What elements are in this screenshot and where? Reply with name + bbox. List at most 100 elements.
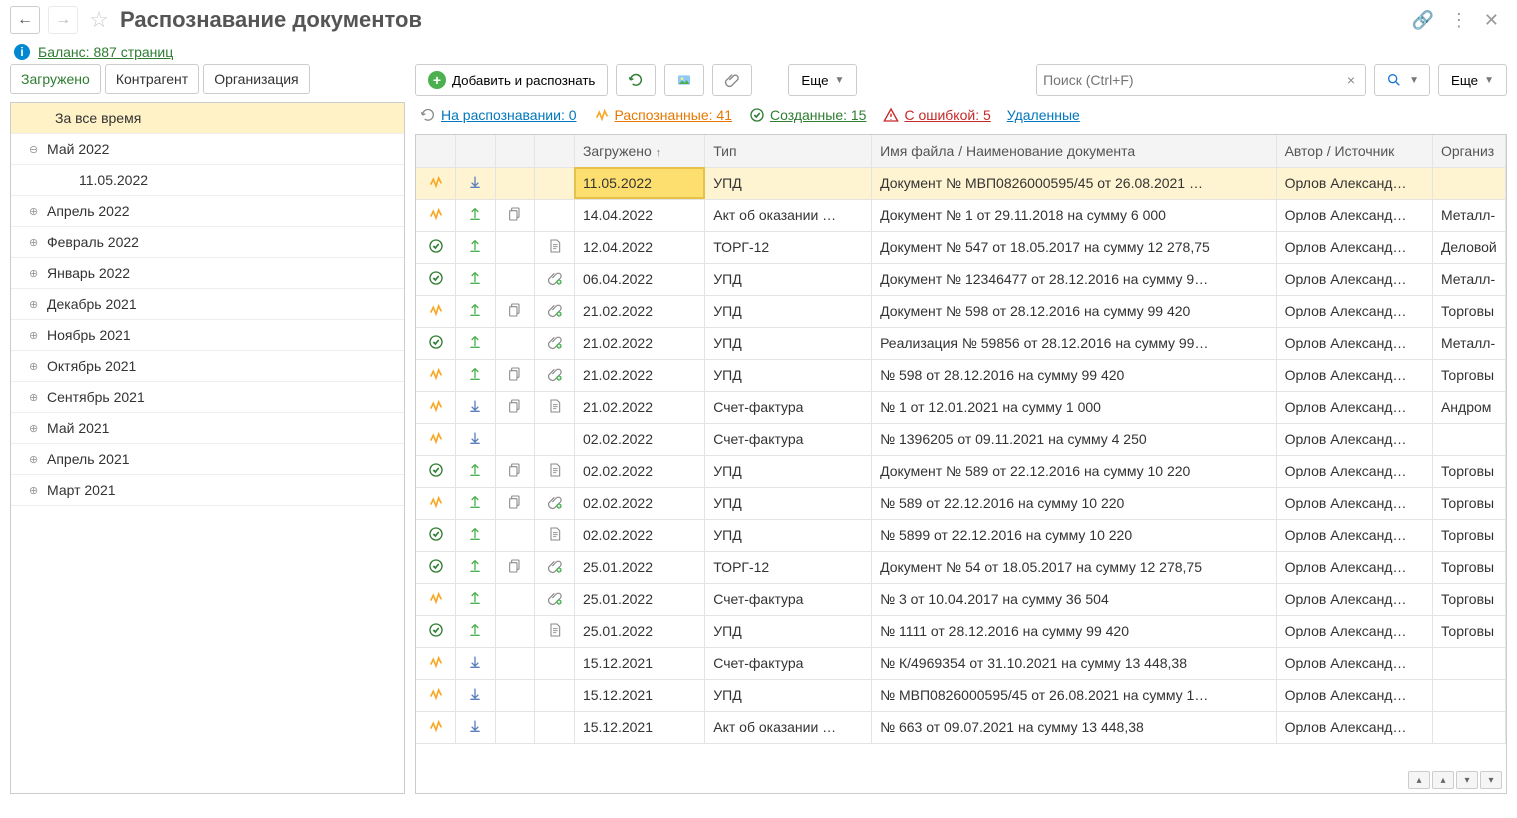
tree-toggle-icon[interactable]: ⊕: [29, 236, 39, 249]
table-row[interactable]: 15.12.2021Акт об оказании …№ 663 от 09.0…: [416, 711, 1506, 743]
copy-icon: [506, 557, 524, 575]
table-row[interactable]: 21.02.2022УПДДокумент № 598 от 28.12.201…: [416, 295, 1506, 327]
col-doc[interactable]: [535, 135, 575, 167]
documents-table: Загружено ↑ Тип Имя файла / Наименование…: [416, 135, 1506, 744]
table-row[interactable]: 12.04.2022ТОРГ-12Документ № 547 от 18.05…: [416, 231, 1506, 263]
refresh-button[interactable]: [616, 64, 656, 96]
tree-item-11[interactable]: ⊕Апрель 2021: [11, 444, 404, 475]
favorite-star-icon[interactable]: ☆: [86, 7, 112, 33]
scroll-up-button[interactable]: ▴: [1432, 771, 1454, 789]
upload-icon: [466, 205, 484, 223]
tab-2[interactable]: Организация: [203, 64, 309, 94]
spark-icon: [427, 717, 445, 735]
filter-errors[interactable]: С ошибкой: 5: [882, 106, 990, 124]
image-button[interactable]: [664, 64, 704, 96]
scroll-bottom-button[interactable]: ▾: [1480, 771, 1502, 789]
col-org[interactable]: Организ: [1432, 135, 1505, 167]
cell-org: [1432, 647, 1505, 679]
tab-0[interactable]: Загружено: [10, 64, 101, 94]
tree-item-0[interactable]: За все время: [11, 103, 404, 134]
tree-toggle-icon[interactable]: ⊕: [29, 453, 39, 466]
upload-icon: [466, 557, 484, 575]
filter-created[interactable]: Созданные: 15: [748, 106, 866, 124]
table-row[interactable]: 02.02.2022УПДДокумент № 589 от 22.12.201…: [416, 455, 1506, 487]
cell-author: Орлов Александ…: [1276, 295, 1432, 327]
table-row[interactable]: 25.01.2022УПД№ 1111 от 28.12.2016 на сум…: [416, 615, 1506, 647]
table-row[interactable]: 25.01.2022ТОРГ-12Документ № 54 от 18.05.…: [416, 551, 1506, 583]
table-row[interactable]: 06.04.2022УПДДокумент № 12346477 от 28.1…: [416, 263, 1506, 295]
col-direction[interactable]: [456, 135, 496, 167]
tree-item-7[interactable]: ⊕Ноябрь 2021: [11, 320, 404, 351]
info-icon: i: [14, 44, 30, 60]
tree-toggle-icon[interactable]: ⊕: [29, 484, 39, 497]
tree-item-2[interactable]: 11.05.2022: [11, 165, 404, 196]
tree-item-3[interactable]: ⊕Апрель 2022: [11, 196, 404, 227]
attachment-button[interactable]: [712, 64, 752, 96]
tree-item-9[interactable]: ⊕Сентябрь 2021: [11, 382, 404, 413]
filter-recognizing[interactable]: На распознавании: 0: [419, 106, 577, 124]
check-circle-icon: [427, 333, 445, 351]
forward-button[interactable]: →: [48, 6, 78, 34]
table-row[interactable]: 21.02.2022УПД№ 598 от 28.12.2016 на сумм…: [416, 359, 1506, 391]
filter-recognized[interactable]: Распознанные: 41: [593, 106, 732, 124]
tab-1[interactable]: Контрагент: [105, 64, 199, 94]
cell-type: УПД: [705, 359, 872, 391]
search-button[interactable]: ▼: [1374, 64, 1430, 96]
kebab-menu-icon[interactable]: ⋮: [1450, 10, 1468, 31]
tree-toggle-icon[interactable]: ⊕: [29, 422, 39, 435]
link-icon[interactable]: 🔗: [1411, 10, 1433, 31]
scroll-down-button[interactable]: ▾: [1456, 771, 1478, 789]
table-row[interactable]: 02.02.2022УПД№ 589 от 22.12.2016 на сумм…: [416, 487, 1506, 519]
clear-search-icon[interactable]: ×: [1343, 72, 1359, 88]
balance-link[interactable]: Баланс: 887 страниц: [38, 44, 173, 60]
table-row[interactable]: 15.12.2021Счет-фактура№ К/4969354 от 31.…: [416, 647, 1506, 679]
tree-toggle-icon[interactable]: ⊕: [29, 360, 39, 373]
cell-type: УПД: [705, 295, 872, 327]
tree-item-6[interactable]: ⊕ Декабрь 2021: [11, 289, 404, 320]
table-row[interactable]: 21.02.2022Счет-фактура№ 1 от 12.01.2021 …: [416, 391, 1506, 423]
tree-toggle-icon[interactable]: ⊕: [29, 267, 39, 280]
tree-toggle-icon[interactable]: ⊕: [29, 391, 39, 404]
tree-item-5[interactable]: ⊕Январь 2022: [11, 258, 404, 289]
more-button-1[interactable]: Еще ▼: [788, 64, 857, 96]
col-author[interactable]: Автор / Источник: [1276, 135, 1432, 167]
upload-icon: [466, 461, 484, 479]
table-row[interactable]: 02.02.2022Счет-фактура№ 1396205 от 09.11…: [416, 423, 1506, 455]
spark-icon: [427, 301, 445, 319]
cell-author: Орлов Александ…: [1276, 615, 1432, 647]
search-input[interactable]: [1043, 72, 1343, 88]
upload-icon: [466, 237, 484, 255]
tree-toggle-icon[interactable]: ⊕: [29, 205, 39, 218]
cell-name: № 589 от 22.12.2016 на сумму 10 220: [872, 487, 1277, 519]
table-row[interactable]: 15.12.2021УПД№ МВП0826000595/45 от 26.08…: [416, 679, 1506, 711]
filter-deleted[interactable]: Удаленные: [1007, 107, 1080, 123]
back-button[interactable]: ←: [10, 6, 40, 34]
table-row[interactable]: 02.02.2022УПД№ 5899 от 22.12.2016 на сум…: [416, 519, 1506, 551]
col-name[interactable]: Имя файла / Наименование документа: [872, 135, 1277, 167]
more-button-2[interactable]: Еще ▼: [1438, 64, 1507, 96]
table-row[interactable]: 25.01.2022Счет-фактура№ 3 от 10.04.2017 …: [416, 583, 1506, 615]
tree-toggle-icon[interactable]: ⊖: [29, 143, 39, 156]
tree-toggle-icon[interactable]: ⊕: [29, 329, 39, 342]
tree-item-4[interactable]: ⊕Февраль 2022: [11, 227, 404, 258]
col-type[interactable]: Тип: [705, 135, 872, 167]
col-status[interactable]: [416, 135, 456, 167]
tree-item-1[interactable]: ⊖Май 2022: [11, 134, 404, 165]
cell-author: Орлов Александ…: [1276, 647, 1432, 679]
tree-item-8[interactable]: ⊕Октябрь 2021: [11, 351, 404, 382]
cell-date: 15.12.2021: [574, 711, 704, 743]
tree-label: Декабрь 2021: [47, 296, 137, 312]
scroll-top-button[interactable]: ▴: [1408, 771, 1430, 789]
add-recognize-button[interactable]: + Добавить и распознать: [415, 64, 608, 96]
tree-item-10[interactable]: ⊕Май 2021: [11, 413, 404, 444]
tree-item-12[interactable]: ⊕Март 2021: [11, 475, 404, 506]
check-circle-icon: [427, 237, 445, 255]
col-loaded[interactable]: Загружено ↑: [574, 135, 704, 167]
close-icon[interactable]: ✕: [1484, 10, 1499, 31]
table-row[interactable]: 14.04.2022Акт об оказании …Документ № 1 …: [416, 199, 1506, 231]
tree-toggle-icon[interactable]: ⊕: [29, 298, 39, 311]
table-row[interactable]: 21.02.2022УПДРеализация № 59856 от 28.12…: [416, 327, 1506, 359]
col-copy[interactable]: [495, 135, 535, 167]
search-box[interactable]: ×: [1036, 64, 1366, 96]
table-row[interactable]: 11.05.2022УПДДокумент № МВП0826000595/45…: [416, 167, 1506, 199]
